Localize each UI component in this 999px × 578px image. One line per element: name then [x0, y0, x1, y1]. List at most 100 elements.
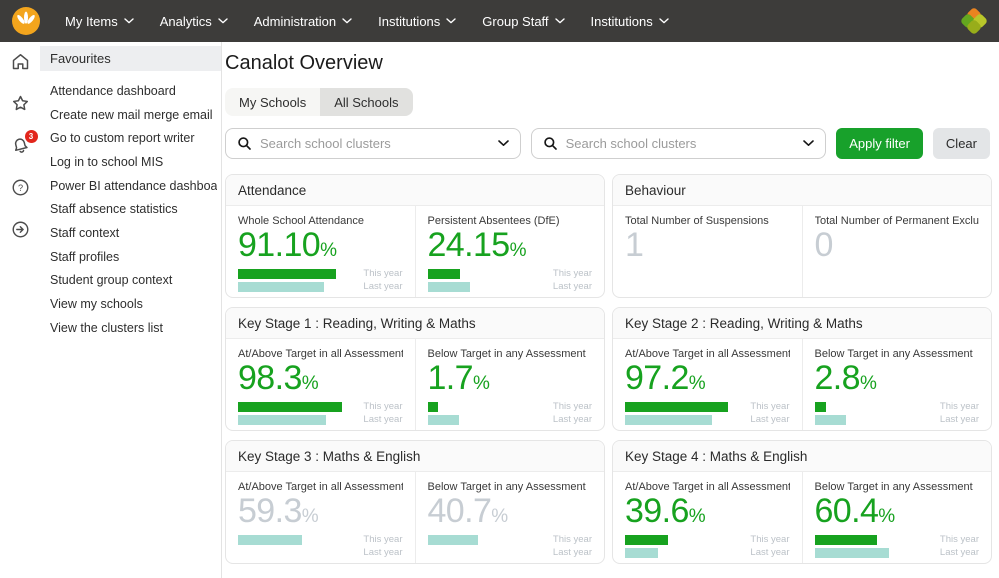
sidebar-item-view-the-clusters-list[interactable]: View the clusters list — [50, 316, 217, 340]
sidebar-item-staff-profiles[interactable]: Staff profiles — [50, 245, 217, 269]
bar-label: This year — [933, 402, 979, 412]
card-key-stage-2-reading-writing-maths: Key Stage 2 : Reading, Writing & MathsAt… — [612, 307, 992, 431]
favourites-list: Attendance dashboardCreate new mail merg… — [40, 71, 221, 340]
bar-row-this-year: This year — [238, 269, 403, 279]
nav-item-label: Institutions — [378, 14, 440, 29]
apply-filter-button[interactable]: Apply filter — [836, 128, 923, 159]
bar-row-this-year: This year — [625, 535, 790, 545]
bar-track — [625, 415, 734, 425]
bar-track — [815, 548, 924, 558]
school-cluster-select-2[interactable]: Search school clusters — [531, 128, 827, 159]
sidebar-item-student-group-context[interactable]: Student group context — [50, 269, 217, 293]
metric-total-number-of-permanent-exclusions: Total Number of Permanent Exclusions0 — [802, 206, 992, 298]
bar-row-last-year: Last year — [238, 548, 403, 558]
clear-button[interactable]: Clear — [933, 128, 990, 159]
metric-number: 60.4 — [815, 492, 879, 530]
metric-number: 39.6 — [625, 492, 689, 530]
nav-item-analytics[interactable]: Analytics — [147, 0, 241, 42]
bar-row-this-year: This year — [428, 402, 593, 412]
chevron-down-icon — [498, 140, 509, 147]
bar-row-last-year: Last year — [625, 548, 790, 558]
group-switcher-icon[interactable] — [961, 8, 987, 34]
bar-label: This year — [357, 535, 403, 545]
help-icon[interactable]: ? — [10, 177, 31, 198]
nav-item-label: Group Staff — [482, 14, 548, 29]
metric-persistent-absentees-dfe: Persistent Absentees (DfE)24.15%This yea… — [415, 206, 605, 298]
arbor-logo-icon[interactable] — [12, 7, 40, 35]
card-title: Key Stage 2 : Reading, Writing & Maths — [613, 308, 991, 339]
comparison-bars: This yearLast year — [238, 402, 403, 425]
nav-item-institutions[interactable]: Institutions — [365, 0, 469, 42]
card-body: Total Number of Suspensions1Total Number… — [613, 206, 991, 298]
bar-row-this-year: This year — [238, 535, 403, 545]
chevron-down-icon — [342, 18, 352, 24]
search-placeholder: Search school clusters — [566, 136, 796, 151]
tab-all-schools[interactable]: All Schools — [320, 88, 412, 116]
nav-menu: My Items Analytics Administration Instituti… — [52, 0, 682, 42]
bar-track — [815, 535, 924, 545]
sidebar-item-create-new-mail-merge-email[interactable]: Create new mail merge email — [50, 103, 217, 127]
metric-value: 59.3% — [238, 493, 403, 530]
bar-fill — [428, 402, 439, 412]
metric-unit: % — [491, 506, 508, 527]
home-icon[interactable] — [10, 51, 31, 72]
metric-number: 40.7 — [428, 492, 492, 530]
chevron-down-icon — [555, 18, 565, 24]
sidebar-item-staff-context[interactable]: Staff context — [50, 221, 217, 245]
nav-item-group-staff[interactable]: Group Staff — [469, 0, 577, 42]
nav-item-my-items[interactable]: My Items — [52, 0, 147, 42]
bell-icon[interactable]: 3 — [10, 135, 31, 156]
bar-label: Last year — [546, 415, 592, 425]
nav-item-administration[interactable]: Administration — [241, 0, 365, 42]
bar-track — [428, 535, 537, 545]
school-cluster-select-1[interactable]: Search school clusters — [225, 128, 521, 159]
metric-number: 59.3 — [238, 492, 302, 530]
metric-value: 24.15% — [428, 227, 593, 264]
metric-at-above-target-in-all-assessments: At/Above Target in all Assessments97.2%T… — [613, 339, 802, 431]
login-icon[interactable] — [10, 219, 31, 240]
bar-fill — [238, 415, 326, 425]
metric-at-above-target-in-all-assessments: At/Above Target in all Assessments39.6%T… — [613, 472, 802, 564]
sidebar-item-power-bi-attendance-dashboard[interactable]: Power BI attendance dashboard — [50, 174, 217, 198]
sidebar-item-attendance-dashboard[interactable]: Attendance dashboard — [50, 79, 217, 103]
dashboard-cards: AttendanceWhole School Attendance91.10%T… — [225, 174, 990, 564]
sidebar-item-staff-absence-statistics[interactable]: Staff absence statistics — [50, 197, 217, 221]
sidebar-item-go-to-custom-report-writer[interactable]: Go to custom report writer — [50, 126, 217, 150]
metric-number: 2.8 — [815, 359, 860, 397]
page-title: Canalot Overview — [225, 52, 990, 75]
nav-item-label: Analytics — [160, 14, 212, 29]
bar-row-this-year: This year — [428, 535, 593, 545]
bar-track — [238, 415, 347, 425]
bar-track — [428, 269, 537, 279]
bar-label: Last year — [546, 282, 592, 292]
bar-fill — [625, 535, 668, 545]
bar-label: Last year — [744, 548, 790, 558]
card-body: At/Above Target in all Assessments39.6%T… — [613, 472, 991, 564]
bar-label: This year — [357, 402, 403, 412]
sidebar-item-log-in-to-school-mis[interactable]: Log in to school MIS — [50, 150, 217, 174]
bar-track — [238, 402, 347, 412]
metric-number: 97.2 — [625, 359, 689, 397]
bar-track — [625, 402, 734, 412]
notification-badge: 3 — [25, 130, 38, 143]
sidebar-item-view-my-schools[interactable]: View my schools — [50, 292, 217, 316]
bar-row-last-year: Last year — [815, 548, 980, 558]
bar-row-last-year: Last year — [428, 282, 593, 292]
star-icon[interactable] — [10, 93, 31, 114]
nav-item-institutions[interactable]: Institutions — [578, 0, 682, 42]
card-behaviour: BehaviourTotal Number of Suspensions1Tot… — [612, 174, 992, 298]
bar-label: This year — [546, 402, 592, 412]
bar-fill — [238, 269, 336, 279]
bar-track — [428, 402, 537, 412]
search-icon — [237, 136, 252, 151]
bar-row-this-year: This year — [625, 402, 790, 412]
tab-my-schools[interactable]: My Schools — [225, 88, 320, 116]
bar-label: This year — [546, 535, 592, 545]
comparison-bars: This year Last year — [428, 402, 593, 425]
metric-number: 98.3 — [238, 359, 302, 397]
bar-track — [625, 548, 734, 558]
favourites-header: Favourites — [40, 46, 221, 71]
bar-label: This year — [744, 402, 790, 412]
metric-number: 0 — [815, 226, 833, 264]
bar-row-last-year: Last year — [428, 548, 593, 558]
